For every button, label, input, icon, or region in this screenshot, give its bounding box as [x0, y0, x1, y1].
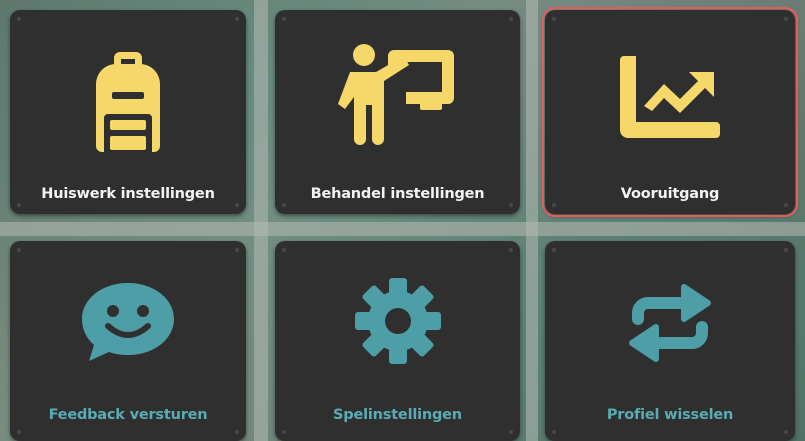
tile-label: Spelinstellingen [333, 407, 462, 423]
tile-label: Profiel wisselen [606, 407, 734, 423]
gear-icon [354, 278, 441, 364]
switch-arrows-icon [629, 284, 711, 362]
chart-line-icon [620, 56, 720, 138]
send-feedback-button[interactable]: Feedback versturen [10, 241, 246, 441]
tile-label: Feedback versturen [48, 407, 208, 423]
backpack-icon [96, 52, 160, 152]
progress-button[interactable]: Vooruitgang [542, 7, 798, 217]
teacher-board-icon [337, 44, 454, 145]
tile-label: Vooruitgang [620, 186, 720, 202]
background-road [254, 0, 268, 441]
game-settings-button[interactable]: Spelinstellingen [275, 241, 520, 441]
switch-profile-button[interactable]: Profiel wisselen [545, 241, 795, 441]
background-road [526, 0, 538, 441]
tile-label: Behandel instellingen [310, 186, 485, 202]
tile-label: Huiswerk instellingen [41, 186, 215, 202]
background-road [0, 222, 805, 236]
homework-settings-button[interactable]: Huiswerk instellingen [10, 10, 246, 214]
treatment-settings-button[interactable]: Behandel instellingen [275, 10, 520, 214]
smile-chat-icon [82, 283, 174, 361]
